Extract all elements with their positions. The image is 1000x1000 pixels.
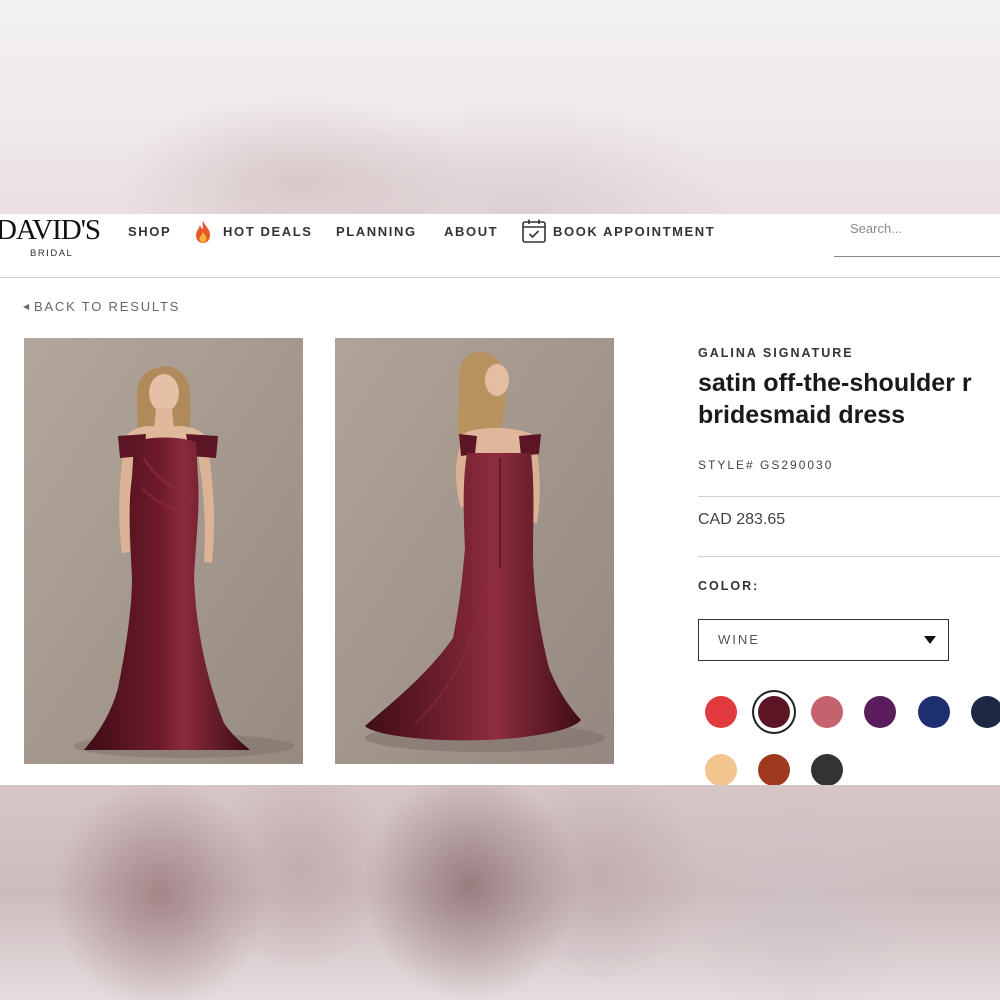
caret-down-icon: [924, 636, 936, 644]
color-select[interactable]: WINE: [698, 619, 949, 661]
blurred-background-top: [0, 0, 1000, 214]
color-swatch[interactable]: [811, 754, 843, 785]
back-to-results-link[interactable]: ◀ BACK TO RESULTS: [23, 299, 180, 314]
divider: [698, 556, 1000, 557]
color-swatch[interactable]: [918, 696, 950, 728]
color-swatch[interactable]: [811, 696, 843, 728]
product-title-line-1: satin off-the-shoulder r: [698, 369, 972, 397]
color-swatch[interactable]: [758, 754, 790, 785]
search-input[interactable]: [834, 221, 1000, 236]
color-label: COLOR:: [698, 579, 760, 593]
caret-left-icon: ◀: [23, 302, 31, 311]
nav-shop[interactable]: SHOP: [128, 224, 171, 239]
calendar-check-icon: [522, 219, 546, 243]
davids-bridal-logo[interactable]: DAVID'S BRIDAL: [0, 214, 112, 262]
nav-hot-deals[interactable]: HOT DEALS: [223, 224, 313, 239]
product-title: satin off-the-shoulder r bridesmaid dres…: [698, 367, 1000, 431]
product-price: CAD 283.65: [698, 511, 786, 528]
product-title-line-2: bridesmaid dress: [698, 401, 906, 429]
blurred-background-bottom: [0, 785, 1000, 1000]
search-box[interactable]: [834, 214, 1000, 257]
product-image-back[interactable]: [335, 338, 614, 764]
product-page: DAVID'S BRIDAL SHOP HOT DEALS PLANNING A…: [0, 214, 1000, 785]
color-select-value: WINE: [718, 632, 760, 647]
color-swatch[interactable]: [864, 696, 896, 728]
nav-about[interactable]: ABOUT: [444, 224, 498, 239]
nav-planning[interactable]: PLANNING: [336, 224, 417, 239]
product-style-number: STYLE# GS290030: [698, 458, 834, 472]
color-swatch[interactable]: [705, 696, 737, 728]
product-brand: GALINA SIGNATURE: [698, 346, 854, 360]
color-swatch[interactable]: [705, 754, 737, 785]
color-swatch[interactable]: [971, 696, 1000, 728]
header-divider: [0, 277, 1000, 278]
logo-wordmark: DAVID'S: [0, 214, 101, 246]
nav-book-appointment[interactable]: BOOK APPOINTMENT: [553, 224, 715, 239]
flame-icon: [196, 221, 210, 243]
color-swatch-selected[interactable]: [758, 696, 790, 728]
product-image-front[interactable]: [24, 338, 303, 764]
logo-subtitle: BRIDAL: [30, 248, 74, 259]
divider: [698, 496, 1000, 497]
back-to-results-label: BACK TO RESULTS: [33, 299, 181, 314]
